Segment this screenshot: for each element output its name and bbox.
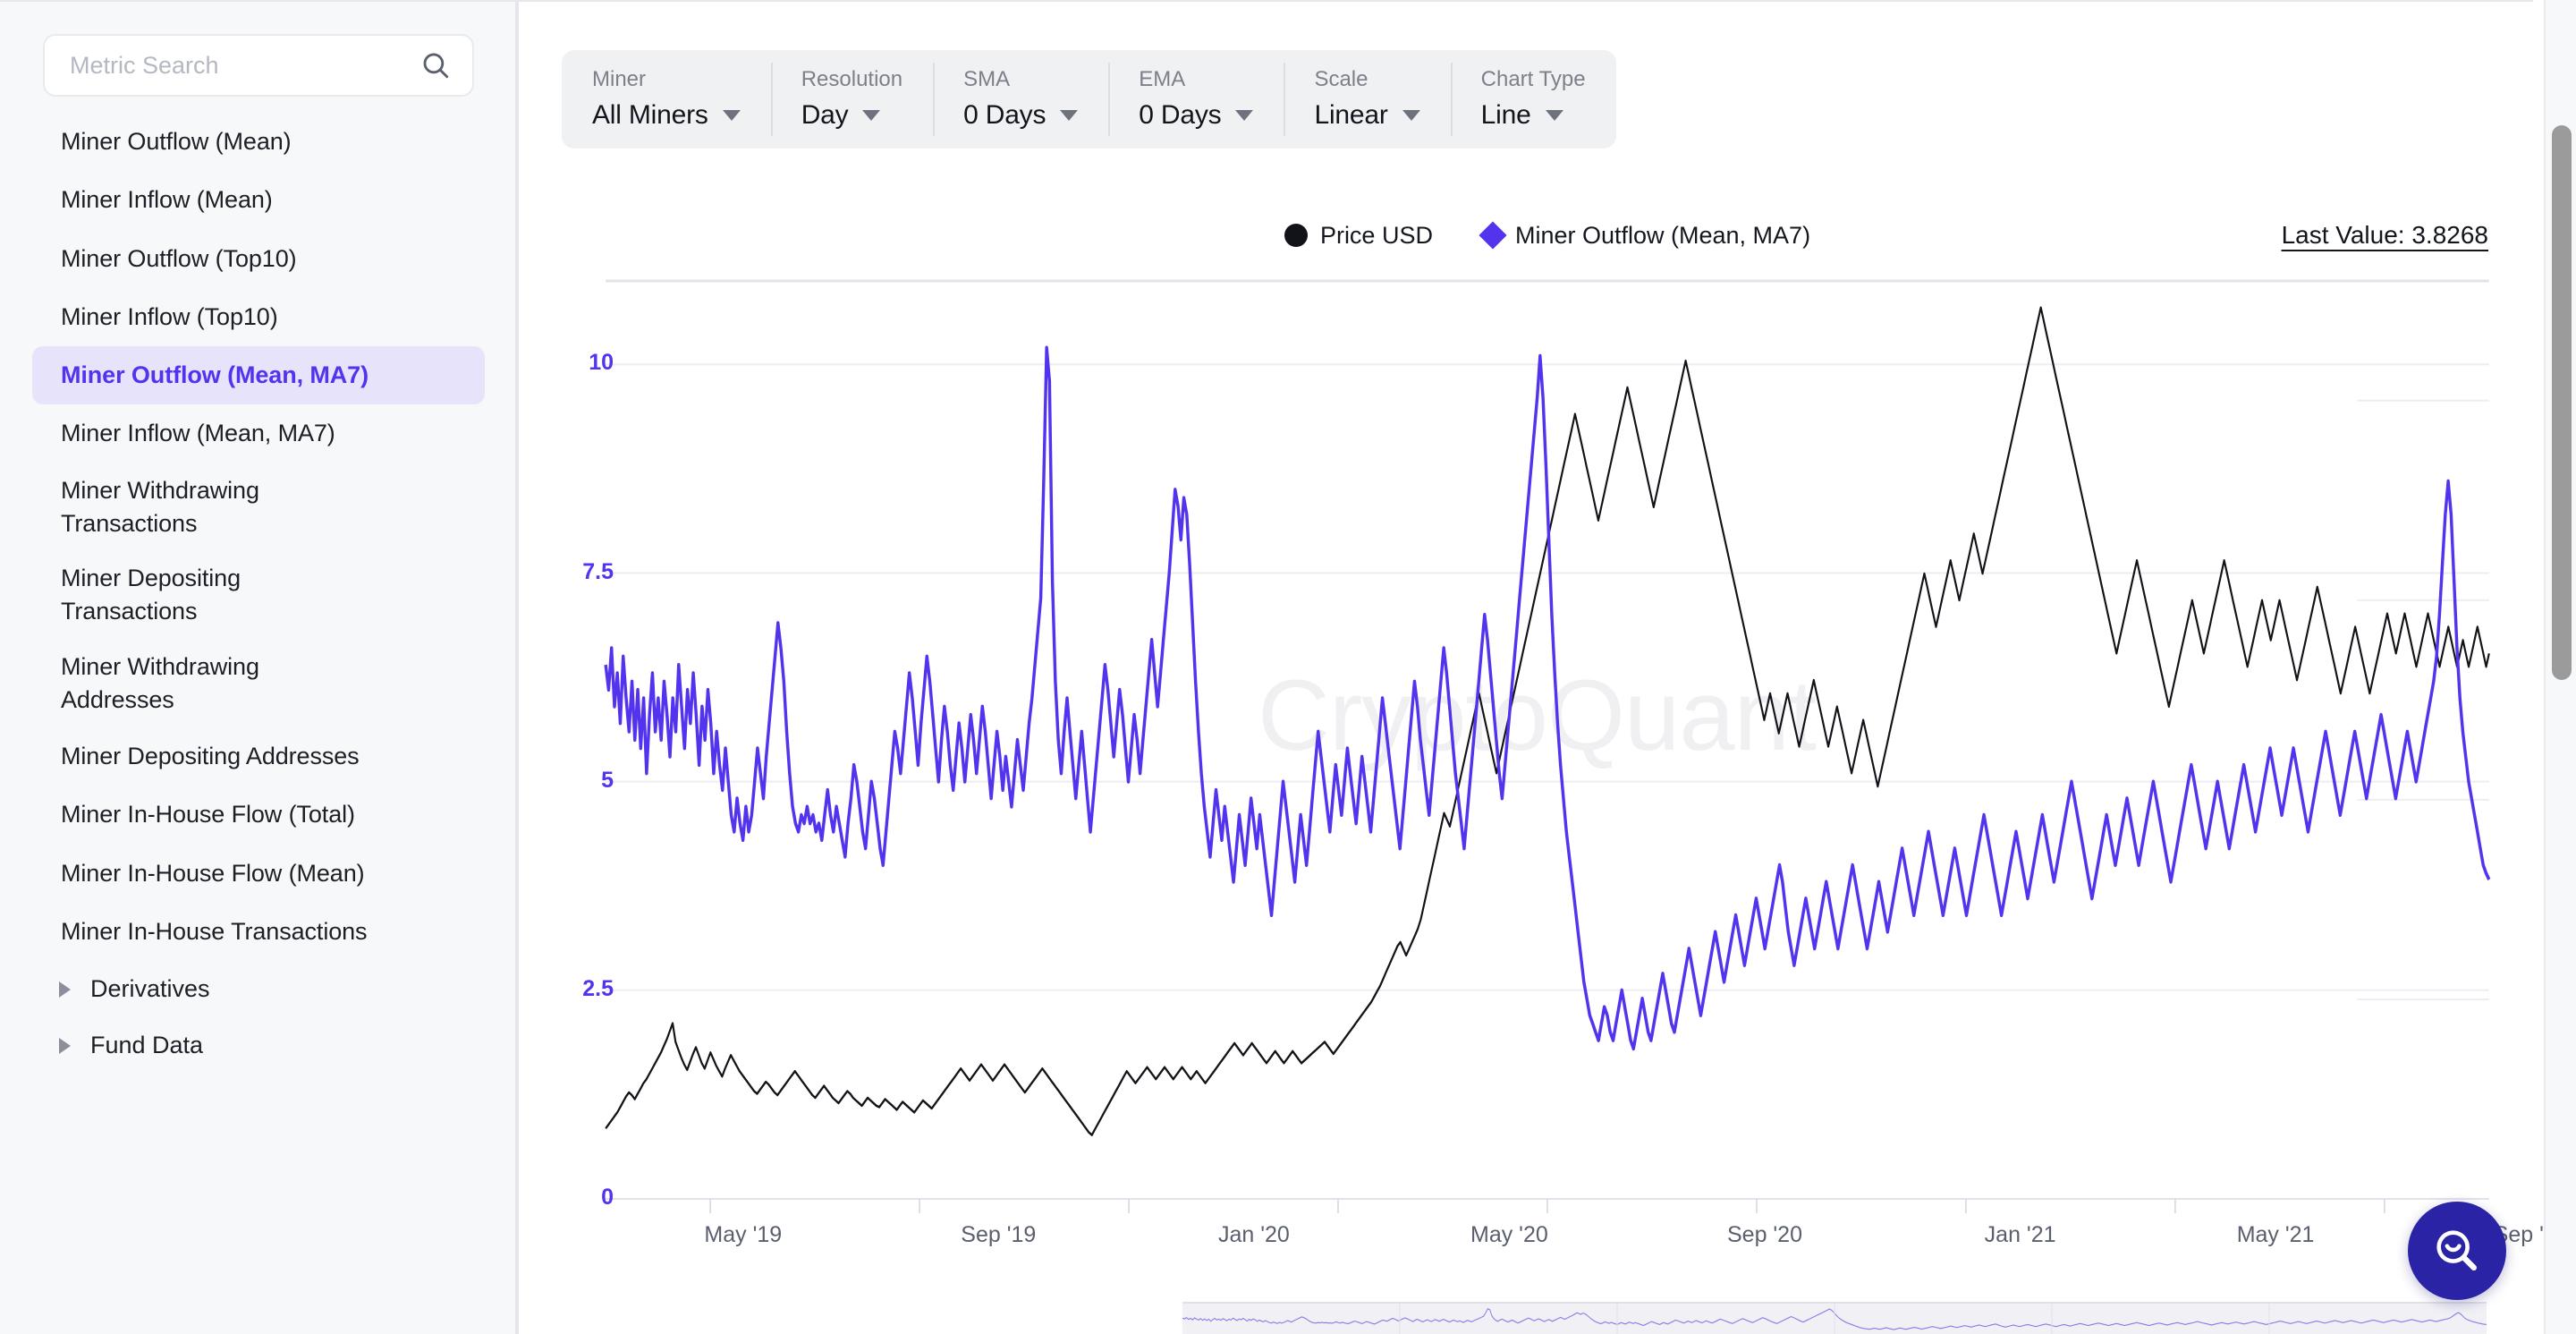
legend-item-miner-outflow[interactable]: Miner Outflow (Mean, MA7)	[1479, 221, 1811, 250]
last-value-label[interactable]: Last Value: 3.8268	[2282, 213, 2488, 258]
search-container	[0, 0, 517, 97]
y-axis-left-tick: 10	[589, 350, 614, 376]
search-smile-icon	[2436, 1230, 2477, 1270]
page-scrollbar-thumb[interactable]	[2552, 125, 2572, 680]
metric-list: Miner Outflow (Mean) Miner Inflow (Mean)…	[0, 97, 517, 961]
control-miner-label: Miner	[592, 66, 647, 91]
sidebar-group-derivatives[interactable]: Derivatives	[32, 961, 485, 1017]
control-sma-label: SMA	[963, 66, 1011, 91]
chevron-down-icon[interactable]	[862, 110, 881, 122]
metric-item-9[interactable]: Miner Depositing Addresses	[32, 727, 485, 786]
x-axis-tick: Jan '21	[1984, 1222, 2056, 1247]
control-scale-value: Linear	[1314, 100, 1388, 131]
x-axis-tick: May '20	[1470, 1222, 1548, 1247]
metric-item-2[interactable]: Miner Outflow (Top10)	[32, 230, 485, 288]
circle-marker-icon	[1284, 224, 1308, 247]
chevron-down-icon[interactable]	[1235, 110, 1254, 122]
control-ema-value: 0 Days	[1139, 100, 1222, 131]
chart-svg	[604, 279, 2491, 1213]
metric-item-7[interactable]: Miner Depositing Transactions	[32, 551, 327, 640]
chevron-down-icon[interactable]	[1402, 110, 1420, 122]
metric-item-4-selected[interactable]: Miner Outflow (Mean, MA7)	[32, 346, 485, 405]
metric-item-5[interactable]: Miner Inflow (Mean, MA7)	[32, 404, 485, 463]
metric-item-11[interactable]: Miner In-House Flow (Mean)	[32, 845, 485, 903]
search-input[interactable]	[70, 51, 420, 80]
control-chart-type-value: Line	[1480, 100, 1531, 131]
range-selector-minimap[interactable]	[1182, 1302, 2487, 1334]
search-icon[interactable]	[420, 50, 451, 81]
control-miner-value: All Miners	[592, 100, 708, 131]
metric-sidebar: Miner Outflow (Mean) Miner Inflow (Mean)…	[0, 0, 519, 1334]
sidebar-top-divider	[0, 0, 517, 2]
y-axis-left-tick: 0	[601, 1185, 614, 1210]
legend-item-price-usd[interactable]: Price USD	[1284, 222, 1433, 250]
control-chart-type-label: Chart Type	[1480, 66, 1586, 91]
chart-legend: Price USD Miner Outflow (Mean, MA7)	[562, 213, 2533, 258]
metric-item-3[interactable]: Miner Inflow (Top10)	[32, 288, 485, 346]
metric-item-0[interactable]: Miner Outflow (Mean)	[32, 113, 485, 171]
control-sma[interactable]: SMA 0 Days	[933, 50, 1108, 149]
control-resolution-label: Resolution	[801, 66, 903, 91]
x-axis-tick: Sep '20	[1726, 1222, 1802, 1247]
control-ema-label: EMA	[1139, 66, 1186, 91]
control-sma-value: 0 Days	[963, 100, 1046, 131]
control-resolution[interactable]: Resolution Day	[770, 50, 933, 149]
chart-canvas[interactable]: CryptoQuant 02.557.510$15K$30K$45K$60KMa…	[562, 268, 2569, 1266]
chart-panel: Miner All Miners Resolution Day SMA 0 Da…	[519, 0, 2576, 1334]
caret-right-icon	[59, 981, 71, 998]
sidebar-group-fund-data[interactable]: Fund Data	[32, 1017, 485, 1074]
caret-right-icon	[59, 1037, 71, 1054]
sidebar-right-divider	[515, 0, 517, 1334]
control-ema[interactable]: EMA 0 Days	[1108, 50, 1284, 149]
legend-label: Miner Outflow (Mean, MA7)	[1514, 221, 1811, 249]
app-root: Miner Outflow (Mean) Miner Inflow (Mean)…	[0, 0, 2576, 1334]
metric-item-10[interactable]: Miner In-House Flow (Total)	[32, 786, 485, 844]
y-axis-left-tick: 7.5	[582, 558, 614, 584]
control-chart-type[interactable]: Chart Type Line	[1450, 50, 1616, 149]
metric-item-1[interactable]: Miner Inflow (Mean)	[32, 171, 485, 229]
x-axis-tick: May '19	[704, 1222, 783, 1247]
page-scrollbar-track[interactable]	[2544, 0, 2576, 1334]
control-miner[interactable]: Miner All Miners	[562, 50, 771, 149]
control-resolution-value: Day	[801, 100, 849, 131]
chevron-down-icon[interactable]	[1545, 110, 1563, 122]
search-box[interactable]	[43, 34, 474, 97]
x-axis-tick: Sep '19	[961, 1222, 1037, 1247]
main-top-divider	[519, 0, 2533, 2]
x-axis-tick: Jan '20	[1217, 1222, 1290, 1247]
sidebar-group-label: Fund Data	[90, 1032, 204, 1058]
chart-toolbar: Miner All Miners Resolution Day SMA 0 Da…	[562, 50, 1616, 149]
diamond-marker-icon	[1479, 221, 1507, 250]
chevron-down-icon[interactable]	[1060, 110, 1079, 122]
y-axis-left-tick: 2.5	[582, 975, 614, 1001]
sidebar-group-label: Derivatives	[90, 975, 210, 1002]
metric-item-8[interactable]: Miner Withdrawing Addresses	[32, 640, 327, 728]
control-scale-label: Scale	[1314, 66, 1368, 91]
metric-item-6[interactable]: Miner Withdrawing Transactions	[32, 463, 327, 552]
control-scale[interactable]: Scale Linear	[1284, 50, 1450, 149]
metric-item-12[interactable]: Miner In-House Transactions	[32, 903, 485, 961]
legend-label: Price USD	[1319, 221, 1433, 249]
search-fab-button[interactable]	[2408, 1202, 2506, 1300]
y-axis-left-tick: 5	[601, 767, 614, 793]
x-axis-tick: May '21	[2236, 1222, 2315, 1247]
chevron-down-icon[interactable]	[722, 110, 741, 122]
